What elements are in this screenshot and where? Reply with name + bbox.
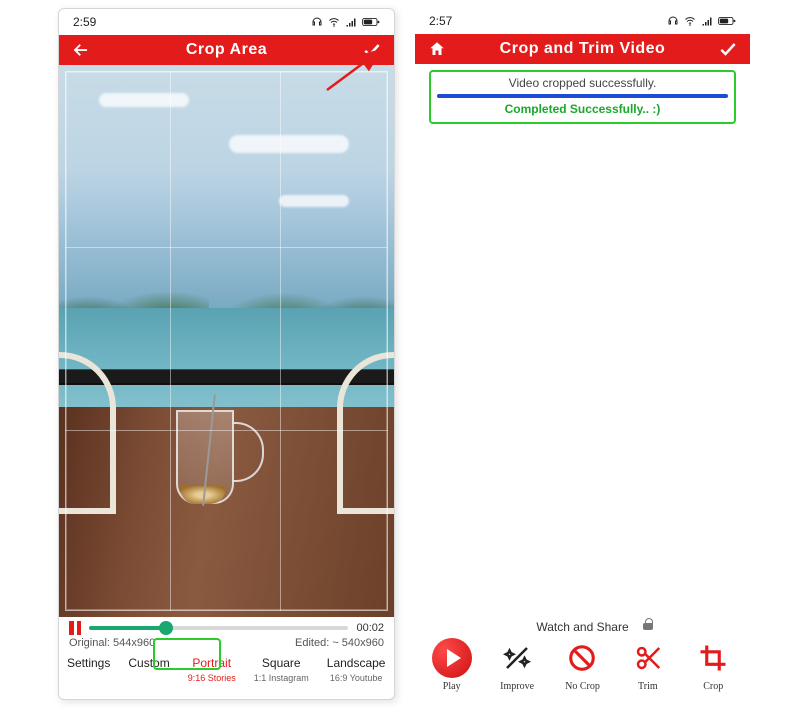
phone-left: 2:59 Crop Area xyxy=(58,8,395,700)
home-button[interactable] xyxy=(427,39,447,59)
action-bar: Play Improve No Crop Trim Crop xyxy=(415,636,750,698)
improve-button[interactable]: Improve xyxy=(487,638,547,692)
success-panel: Video cropped successfully. Completed Su… xyxy=(429,70,736,124)
format-landscape[interactable]: Landscape 16:9 Youtube xyxy=(327,657,386,685)
progress-bar xyxy=(437,94,728,98)
appbar-title: Crop and Trim Video xyxy=(500,40,666,58)
format-settings[interactable]: Settings xyxy=(67,657,110,671)
app-bar: Crop and Trim Video xyxy=(415,34,750,64)
signal-icon xyxy=(701,15,713,27)
crop-frame[interactable] xyxy=(65,71,388,611)
headphones-icon xyxy=(667,15,679,27)
no-crop-icon xyxy=(567,643,597,673)
status-bar: 2:57 xyxy=(415,8,750,34)
headphones-icon xyxy=(311,16,323,28)
battery-icon xyxy=(362,16,380,28)
wand-icon xyxy=(502,643,532,673)
clock: 2:57 xyxy=(429,14,452,28)
back-button[interactable] xyxy=(71,40,91,60)
success-message: Video cropped successfully. xyxy=(435,76,730,90)
format-custom[interactable]: Custom xyxy=(128,657,169,671)
wifi-icon xyxy=(684,15,696,27)
wifi-icon xyxy=(328,16,340,28)
format-portrait[interactable]: Portrait 9:16 Stories xyxy=(188,657,236,685)
dimension-row: Original: 544x960 Edited: ~ 540x960 xyxy=(59,635,394,653)
format-strip[interactable]: Settings Custom Portrait 9:16 Stories Sq… xyxy=(59,653,394,699)
scissors-icon xyxy=(633,643,663,673)
trim-button[interactable]: Trim xyxy=(618,638,678,692)
playback-bar: 00:02 xyxy=(59,617,394,635)
status-icons xyxy=(311,16,380,28)
crop-icon xyxy=(698,643,728,673)
watch-share-label: Watch and Share xyxy=(415,620,750,634)
check-icon xyxy=(718,39,738,59)
seek-thumb[interactable] xyxy=(159,621,173,635)
lock-icon xyxy=(643,618,653,630)
play-button[interactable]: Play xyxy=(422,638,482,692)
app-bar: Crop Area xyxy=(59,35,394,65)
check-icon xyxy=(362,40,382,60)
crop-button[interactable]: Crop xyxy=(683,638,743,692)
signal-icon xyxy=(345,16,357,28)
confirm-button[interactable] xyxy=(362,40,382,60)
pause-button[interactable] xyxy=(69,621,81,635)
video-crop-preview[interactable] xyxy=(59,65,394,617)
play-icon xyxy=(432,638,472,678)
phone-right: 2:57 Crop and Trim Video Video cropped s… xyxy=(415,8,750,698)
clock: 2:59 xyxy=(73,15,96,29)
confirm-button[interactable] xyxy=(718,39,738,59)
arrow-left-icon xyxy=(72,41,90,59)
home-icon xyxy=(428,40,446,58)
no-crop-button[interactable]: No Crop xyxy=(552,638,612,692)
status-bar: 2:59 xyxy=(59,9,394,35)
appbar-title: Crop Area xyxy=(186,41,267,59)
format-square[interactable]: Square 1:1 Instagram xyxy=(254,657,309,685)
battery-icon xyxy=(718,15,736,27)
completed-message: Completed Successfully.. :) xyxy=(435,102,730,116)
seek-bar[interactable] xyxy=(89,626,348,630)
playback-time: 00:02 xyxy=(356,622,384,634)
status-icons xyxy=(667,15,736,27)
